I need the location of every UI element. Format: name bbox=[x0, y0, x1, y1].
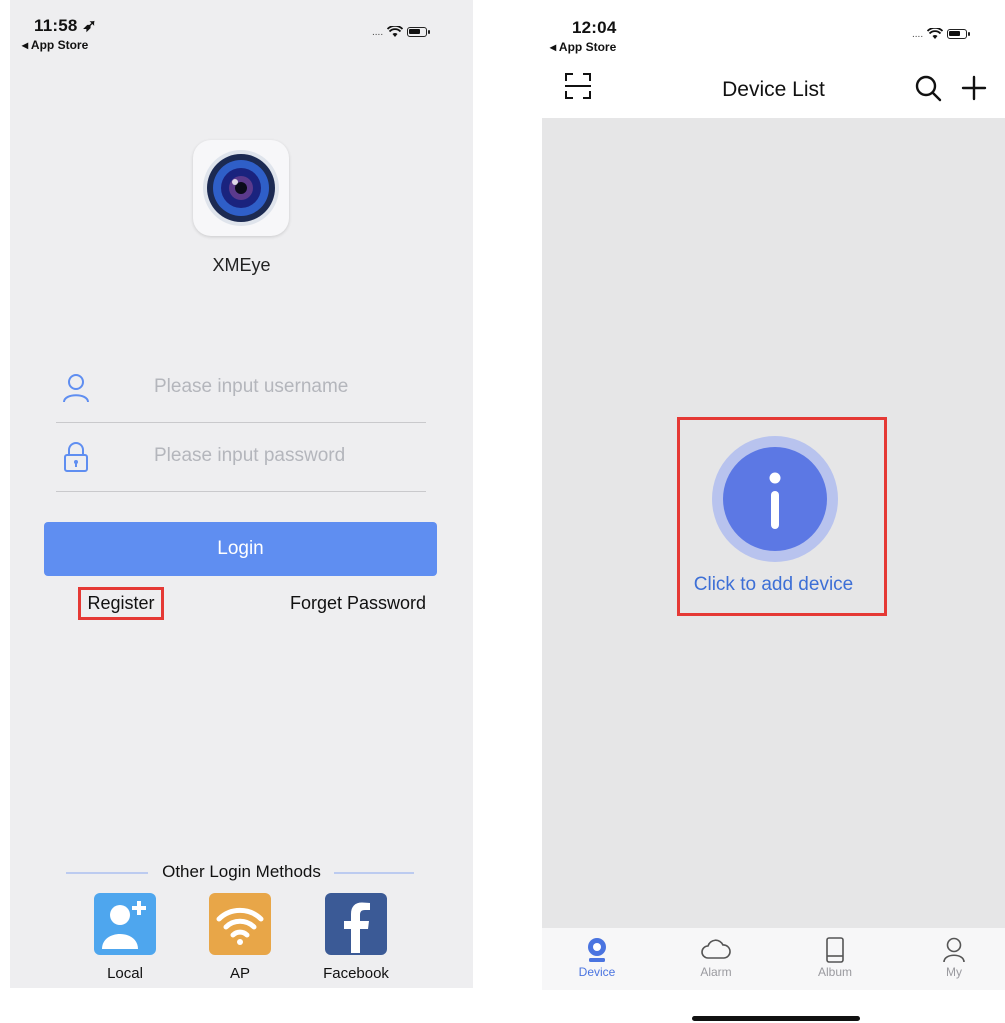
login-screen: 11:58 ➶ ◂ App Store .... XMEye Please in… bbox=[10, 0, 473, 988]
back-to-app-store[interactable]: ◂ App Store bbox=[22, 38, 88, 52]
status-time: 11:58 ➶ bbox=[34, 16, 97, 35]
username-placeholder: Please input username bbox=[154, 376, 349, 397]
user-icon bbox=[63, 374, 89, 403]
status-time: 12:04 bbox=[572, 18, 617, 37]
ap-label: AP bbox=[229, 965, 250, 982]
cloud-icon bbox=[701, 939, 731, 959]
person-icon bbox=[943, 937, 965, 963]
status-icons: .... bbox=[372, 26, 431, 38]
tab-alarm[interactable]: Alarm bbox=[681, 936, 751, 979]
tab-my-label: My bbox=[946, 965, 962, 979]
info-icon[interactable] bbox=[723, 447, 827, 551]
wifi-status-icon bbox=[387, 26, 404, 37]
tab-alarm-label: Alarm bbox=[700, 965, 732, 979]
tab-album[interactable]: Album bbox=[800, 936, 870, 979]
device-icon bbox=[588, 938, 606, 962]
app-logo-icon bbox=[193, 140, 289, 236]
signal-dots-icon: .... bbox=[372, 26, 384, 38]
username-field[interactable]: Please input username bbox=[56, 354, 426, 423]
add-device-icon[interactable] bbox=[960, 74, 988, 102]
album-icon bbox=[826, 937, 844, 963]
register-link[interactable]: Register bbox=[78, 587, 164, 620]
status-icons: .... bbox=[912, 28, 971, 40]
login-button[interactable]: Login bbox=[44, 522, 437, 576]
tab-device-label: Device bbox=[578, 965, 616, 979]
local-label: Local bbox=[107, 965, 143, 982]
tab-device[interactable]: Device bbox=[562, 936, 632, 979]
home-indicator bbox=[692, 1016, 860, 1021]
wifi-status-icon bbox=[927, 28, 944, 39]
tab-album-label: Album bbox=[817, 965, 852, 979]
app-name: XMEye bbox=[212, 255, 271, 275]
device-list-screen: 12:04 ◂ App Store .... Device List Click… bbox=[542, 0, 1005, 1023]
battery-icon bbox=[947, 29, 971, 39]
back-to-app-store[interactable]: ◂ App Store bbox=[550, 40, 616, 54]
battery-icon bbox=[407, 27, 431, 37]
wifi-icon bbox=[209, 893, 271, 955]
facebook-login-button[interactable]: Facebook bbox=[323, 893, 389, 982]
ap-login-button[interactable]: AP bbox=[208, 893, 272, 982]
password-placeholder: Please input password bbox=[154, 445, 346, 466]
tab-bar: Device Alarm Album My bbox=[542, 928, 1005, 990]
add-device-link[interactable]: Click to add device bbox=[542, 574, 1005, 596]
forget-password-link[interactable]: Forget Password bbox=[290, 593, 426, 614]
facebook-label: Facebook bbox=[323, 965, 389, 982]
local-login-button[interactable]: Local bbox=[93, 893, 157, 982]
password-field[interactable]: Please input password bbox=[56, 423, 426, 492]
tab-my[interactable]: My bbox=[919, 936, 989, 979]
lock-icon bbox=[64, 442, 88, 472]
search-icon[interactable] bbox=[914, 74, 942, 102]
other-login-methods-title: Other Login Methods bbox=[162, 862, 321, 881]
facebook-icon bbox=[325, 893, 387, 955]
local-user-add-icon bbox=[94, 893, 156, 955]
signal-dots-icon: .... bbox=[912, 28, 924, 40]
